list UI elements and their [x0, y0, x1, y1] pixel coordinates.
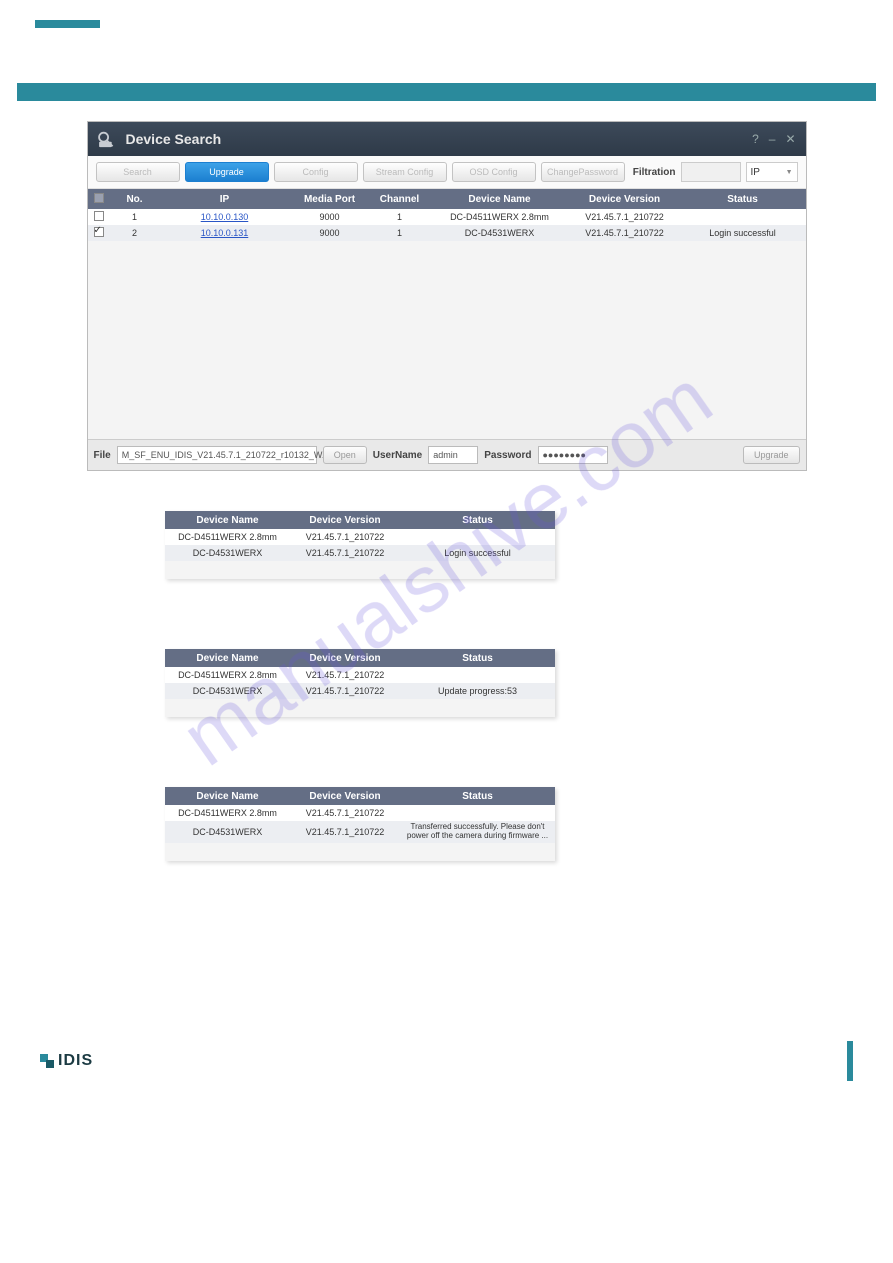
change-password-button[interactable]: ChangePassword: [541, 162, 625, 182]
cell-device-version: V21.45.7.1_210722: [570, 212, 680, 222]
cell-name: DC-D4511WERX 2.8mm: [165, 808, 290, 818]
list-item: DC-D4511WERX 2.8mm V21.45.7.1_210722: [165, 529, 555, 545]
device-search-window: Device Search ? – ✕ Search Upgrade Confi…: [87, 121, 807, 471]
cell-version: V21.45.7.1_210722: [290, 808, 400, 818]
filtration-mode-select[interactable]: IP: [746, 162, 798, 182]
ip-link[interactable]: 10.10.0.131: [201, 228, 249, 238]
config-button[interactable]: Config: [274, 162, 358, 182]
cell-no: 1: [110, 212, 160, 222]
cell-status: Transferred successfully. Please don't p…: [400, 821, 555, 843]
cell-status: Login successful: [400, 548, 555, 558]
header-bar: [17, 83, 876, 101]
filtration-input[interactable]: [681, 162, 741, 182]
status-table-progress: Device Name Device Version Status DC-D45…: [165, 649, 555, 717]
cell-name: DC-D4531WERX: [165, 827, 290, 837]
filtration-label: Filtration: [633, 167, 676, 178]
cell-media-port: 9000: [290, 228, 370, 238]
col-header-no: No.: [110, 194, 160, 205]
accent-bar: [35, 20, 100, 28]
cell-device-version: V21.45.7.1_210722: [570, 228, 680, 238]
cell-channel: 1: [370, 212, 430, 222]
upgrade-tab-button[interactable]: Upgrade: [185, 162, 269, 182]
grid-body: 1 10.10.0.130 9000 1 DC-D4511WERX 2.8mm …: [88, 209, 806, 439]
cell-name: DC-D4511WERX 2.8mm: [165, 670, 290, 680]
cell-name: DC-D4531WERX: [165, 686, 290, 696]
brand-logo: IDIS: [40, 1052, 93, 1070]
list-item: DC-D4531WERX V21.45.7.1_210722 Login suc…: [165, 545, 555, 561]
ip-link[interactable]: 10.10.0.130: [201, 212, 249, 222]
page-indicator-bar: [847, 1041, 853, 1081]
file-path-field[interactable]: M_SF_ENU_IDIS_V21.45.7.1_210722_r10132_W…: [117, 446, 317, 464]
cell-name: DC-D4511WERX 2.8mm: [165, 532, 290, 542]
cell-version: V21.45.7.1_210722: [290, 670, 400, 680]
window-title-text: Device Search: [126, 131, 222, 147]
col-header-channel: Channel: [370, 194, 430, 205]
status-table-transferred: Device Name Device Version Status DC-D45…: [165, 787, 555, 861]
username-label: UserName: [373, 450, 422, 461]
col-header-ip: IP: [160, 194, 290, 205]
help-icon[interactable]: ?: [752, 132, 759, 146]
col-header-device-version: Device Version: [570, 194, 680, 205]
bottom-bar: File M_SF_ENU_IDIS_V21.45.7.1_210722_r10…: [88, 439, 806, 470]
open-button[interactable]: Open: [323, 446, 367, 464]
mini-col-name: Device Name: [165, 653, 290, 664]
cell-version: V21.45.7.1_210722: [290, 532, 400, 542]
upgrade-button[interactable]: Upgrade: [743, 446, 800, 464]
close-icon[interactable]: ✕: [785, 132, 795, 146]
list-item: DC-D4531WERX V21.45.7.1_210722 Transferr…: [165, 821, 555, 843]
select-all-checkbox[interactable]: [94, 193, 104, 203]
mini-col-version: Device Version: [290, 653, 400, 664]
cell-media-port: 9000: [290, 212, 370, 222]
password-label: Password: [484, 450, 531, 461]
page-footer: IDIS: [0, 1041, 893, 1081]
mini-col-version: Device Version: [290, 515, 400, 526]
table-row[interactable]: 1 10.10.0.130 9000 1 DC-D4511WERX 2.8mm …: [88, 209, 806, 225]
cell-status: Login successful: [680, 228, 806, 238]
cell-device-name: DC-D4531WERX: [430, 228, 570, 238]
window-title: Device Search: [98, 130, 222, 148]
brand-name: IDIS: [58, 1052, 93, 1070]
mini-col-status: Status: [400, 791, 555, 802]
mini-col-status: Status: [400, 515, 555, 526]
grid-header: No. IP Media Port Channel Device Name De…: [88, 189, 806, 209]
mini-col-name: Device Name: [165, 515, 290, 526]
search-button[interactable]: Search: [96, 162, 180, 182]
row-checkbox[interactable]: [94, 211, 104, 221]
cell-version: V21.45.7.1_210722: [290, 548, 400, 558]
filtration-mode-value: IP: [751, 167, 760, 178]
cell-channel: 1: [370, 228, 430, 238]
col-header-status: Status: [680, 194, 806, 205]
stream-config-button[interactable]: Stream Config: [363, 162, 447, 182]
cell-version: V21.45.7.1_210722: [290, 686, 400, 696]
username-field[interactable]: admin: [428, 446, 478, 464]
logo-mark-icon: [40, 1054, 54, 1068]
mini-col-status: Status: [400, 653, 555, 664]
table-row[interactable]: 2 10.10.0.131 9000 1 DC-D4531WERX V21.45…: [88, 225, 806, 241]
cell-no: 2: [110, 228, 160, 238]
col-header-device-name: Device Name: [430, 194, 570, 205]
title-bar: Device Search ? – ✕: [88, 122, 806, 156]
password-field[interactable]: ●●●●●●●●: [538, 446, 608, 464]
file-label: File: [94, 450, 111, 461]
cell-name: DC-D4531WERX: [165, 548, 290, 558]
status-table-login: Device Name Device Version Status DC-D45…: [165, 511, 555, 579]
row-checkbox[interactable]: [94, 227, 104, 237]
cell-version: V21.45.7.1_210722: [290, 827, 400, 837]
mini-col-name: Device Name: [165, 791, 290, 802]
mini-col-version: Device Version: [290, 791, 400, 802]
cell-device-name: DC-D4511WERX 2.8mm: [430, 212, 570, 222]
cell-status: Update progress:53: [400, 686, 555, 696]
osd-config-button[interactable]: OSD Config: [452, 162, 536, 182]
toolbar: Search Upgrade Config Stream Config OSD …: [88, 156, 806, 189]
minimize-icon[interactable]: –: [769, 132, 776, 146]
list-item: DC-D4511WERX 2.8mm V21.45.7.1_210722: [165, 667, 555, 683]
device-search-icon: [98, 130, 120, 148]
col-header-media-port: Media Port: [290, 194, 370, 205]
list-item: DC-D4511WERX 2.8mm V21.45.7.1_210722: [165, 805, 555, 821]
list-item: DC-D4531WERX V21.45.7.1_210722 Update pr…: [165, 683, 555, 699]
